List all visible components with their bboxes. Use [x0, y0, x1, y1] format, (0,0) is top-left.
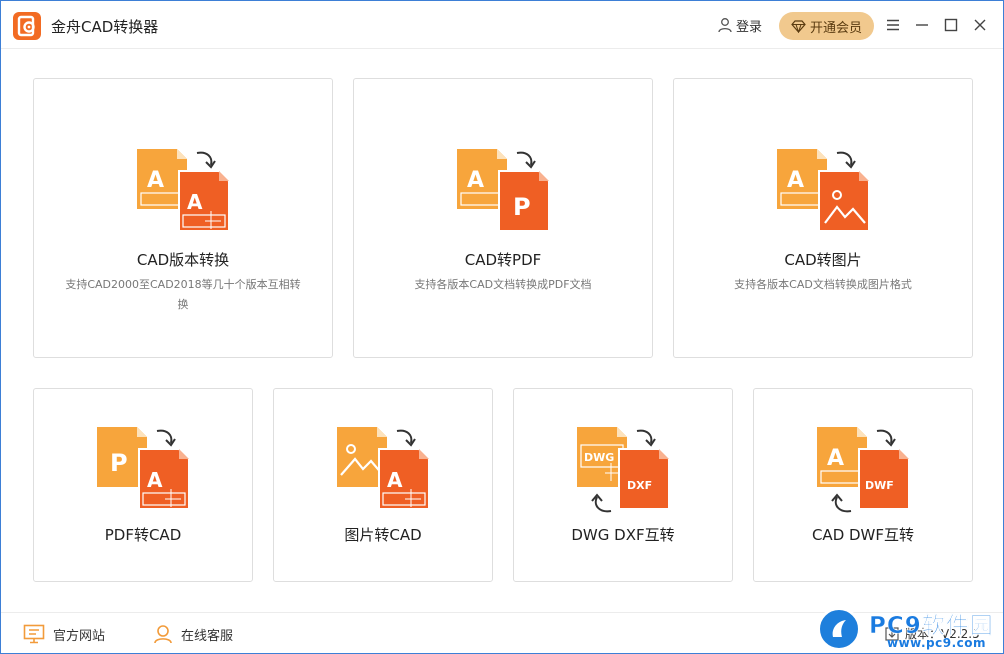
- diamond-icon: [791, 19, 806, 33]
- watermark-brand: PC9软件园: [869, 613, 994, 640]
- tool-description: 支持各版本CAD文档转换成PDF文档: [414, 278, 592, 291]
- site-watermark: PC9软件园 www.pc9.com: [813, 603, 1003, 653]
- svg-text:A: A: [787, 168, 804, 193]
- official-website-link[interactable]: 官方网站: [23, 623, 105, 645]
- close-icon: [974, 19, 986, 31]
- app-logo-icon: [13, 12, 41, 40]
- user-icon: [718, 18, 732, 33]
- login-button[interactable]: 登录: [717, 15, 762, 35]
- image-to-cad-icon: A: [337, 427, 430, 510]
- tool-card-cad-to-pdf[interactable]: A P CAD转PDF 支持各版本CAD文档转换成PDF文档: [353, 78, 653, 358]
- dwg-dxf-convert-icon: DWG DXF: [577, 427, 670, 513]
- monitor-icon: [23, 624, 45, 644]
- tool-title: CAD转PDF: [464, 251, 542, 269]
- cad-dwf-convert-icon: A DWF: [817, 427, 910, 513]
- login-label: 登录: [736, 19, 763, 35]
- pdf-to-cad-icon: P A: [97, 427, 190, 510]
- tool-description: 支持CAD2000至CAD2018等几十个版本互相转换: [65, 278, 301, 311]
- vip-label: 开通会员: [809, 20, 862, 36]
- title-bar: 金舟CAD转换器 登录 开通会员: [1, 1, 1003, 49]
- tool-card-image-to-cad[interactable]: A 图片转CAD: [273, 388, 493, 582]
- watermark-logo-icon: [817, 607, 861, 651]
- svg-text:A: A: [187, 190, 203, 214]
- svg-text:DWG: DWG: [584, 451, 614, 464]
- tool-card-pdf-to-cad[interactable]: P A PDF转CAD: [33, 388, 253, 582]
- tool-card-cad-dwf[interactable]: A DWF CAD DWF互转: [753, 388, 973, 582]
- svg-text:A: A: [147, 468, 163, 492]
- vip-button[interactable]: 开通会员: [779, 12, 874, 40]
- tool-title: CAD DWF互转: [811, 526, 915, 544]
- minimize-button[interactable]: [912, 15, 932, 35]
- svg-text:DWF: DWF: [865, 479, 894, 492]
- cad-version-convert-icon: A A: [137, 149, 230, 232]
- svg-text:A: A: [387, 468, 403, 492]
- tool-title: PDF转CAD: [104, 526, 182, 544]
- tool-card-cad-to-image[interactable]: A CAD转图片 支持各版本CAD文档转换成图片格式: [673, 78, 973, 358]
- svg-text:DXF: DXF: [627, 479, 652, 492]
- official-website-label: 官方网站: [53, 628, 106, 644]
- svg-text:A: A: [467, 168, 484, 193]
- svg-text:A: A: [827, 446, 844, 471]
- hamburger-menu-icon: [887, 19, 899, 31]
- online-service-label: 在线客服: [181, 628, 234, 644]
- customer-service-icon: [154, 625, 172, 644]
- svg-text:A: A: [147, 168, 164, 193]
- svg-text:P: P: [110, 449, 128, 477]
- tool-card-cad-version[interactable]: A A CAD版本转换 支持CAD2000至CAD2018等几十个版本互相转换: [33, 78, 333, 358]
- app-title: 金舟CAD转换器: [51, 18, 159, 36]
- minimize-icon: [916, 24, 928, 26]
- tool-description: 支持各版本CAD文档转换成图片格式: [734, 278, 912, 291]
- tool-title: DWG DXF互转: [571, 526, 675, 544]
- watermark-url: www.pc9.com: [887, 636, 987, 650]
- tool-title: CAD转图片: [784, 251, 862, 269]
- svg-text:P: P: [513, 193, 531, 221]
- cad-to-image-icon: A: [777, 149, 870, 232]
- maximize-icon: [944, 18, 958, 32]
- menu-button[interactable]: [883, 15, 903, 35]
- tool-title: 图片转CAD: [344, 526, 422, 544]
- cad-to-pdf-icon: A P: [457, 149, 550, 232]
- tool-title: CAD版本转换: [136, 251, 230, 269]
- maximize-button[interactable]: [941, 15, 961, 35]
- online-service-link[interactable]: 在线客服: [153, 623, 233, 645]
- close-button[interactable]: [970, 15, 990, 35]
- tool-card-dwg-dxf[interactable]: DWG DXF DWG DXF互转: [513, 388, 733, 582]
